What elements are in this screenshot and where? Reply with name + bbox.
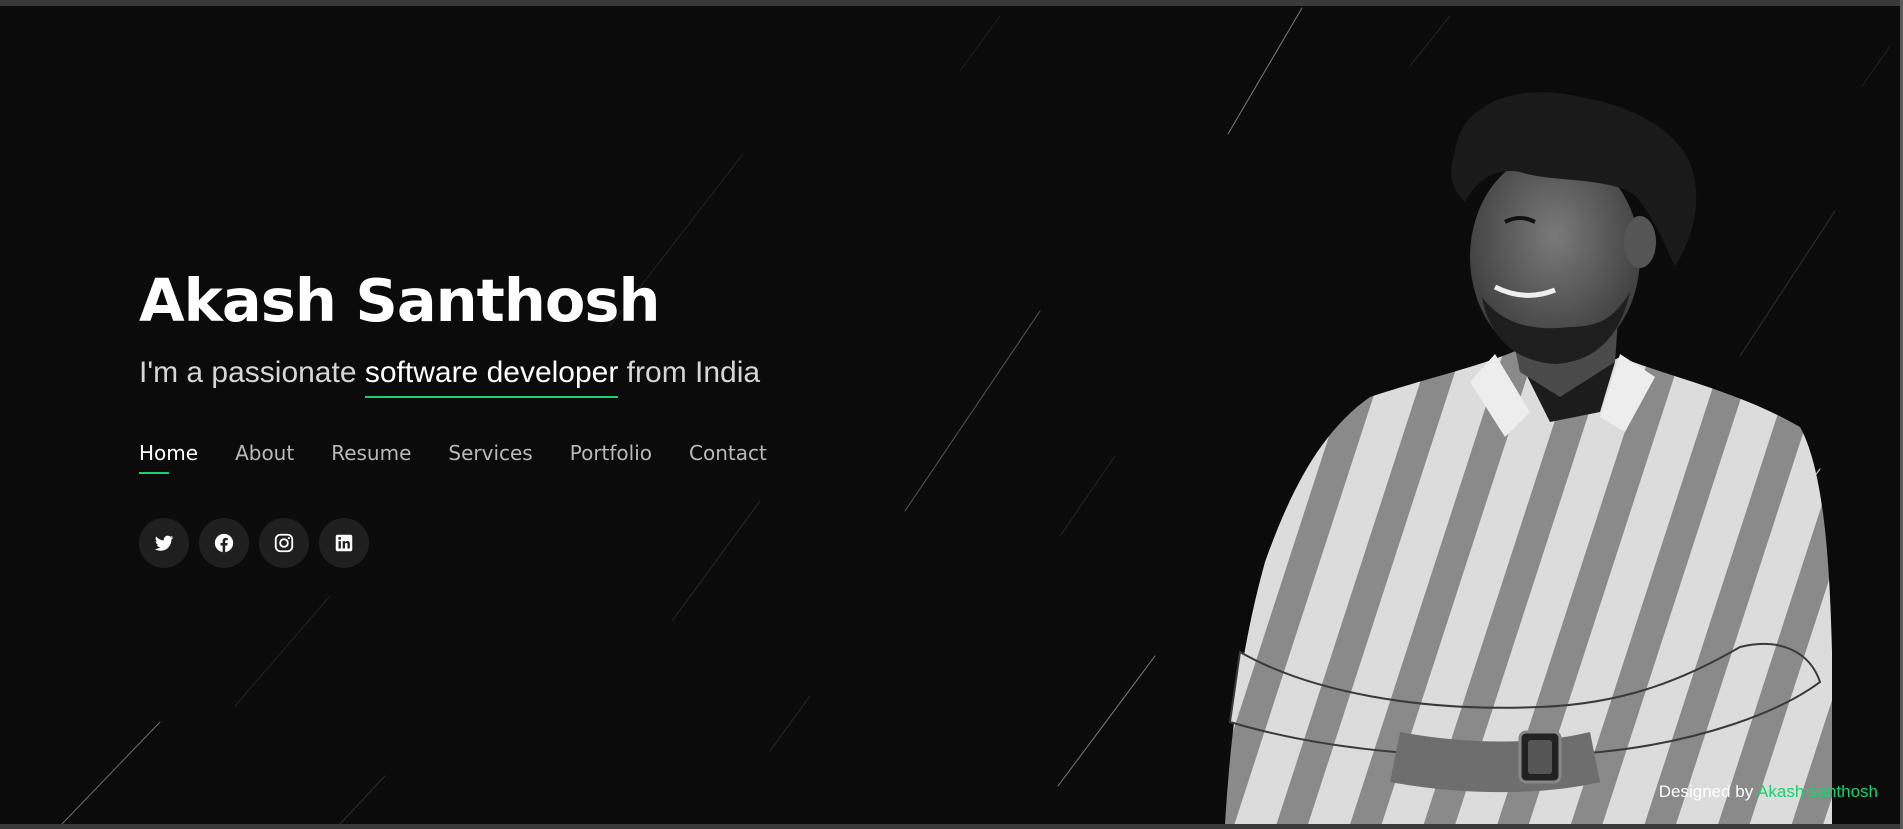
twitter-button[interactable]	[139, 518, 189, 568]
facebook-icon	[214, 533, 234, 553]
linkedin-button[interactable]	[319, 518, 369, 568]
footer-credits: Designed by Akash santhosh	[1659, 782, 1878, 802]
credits-prefix: Designed by	[1658, 782, 1758, 801]
nav-item-resume[interactable]: Resume	[331, 441, 411, 474]
tagline-role: software developer	[364, 356, 619, 398]
nav-item-portfolio[interactable]: Portfolio	[570, 441, 652, 474]
hero-tagline: I'm a passionate software developer from…	[139, 356, 760, 398]
page-title: Akash Santhosh	[139, 266, 661, 335]
nav-item-home[interactable]: Home	[139, 441, 198, 474]
hero-section: Akash Santhosh I'm a passionate software…	[0, 6, 1900, 824]
nav-item-about[interactable]: About	[235, 441, 294, 474]
social-links	[139, 518, 379, 568]
instagram-button[interactable]	[259, 518, 309, 568]
tagline-prefix: I'm a passionate	[139, 356, 365, 389]
profile-photo	[1225, 92, 1832, 824]
author-link[interactable]: Akash santhosh	[1757, 782, 1878, 801]
linkedin-icon	[335, 534, 353, 552]
twitter-icon	[154, 535, 174, 551]
nav-item-contact[interactable]: Contact	[689, 441, 767, 474]
nav-item-services[interactable]: Services	[448, 441, 532, 474]
facebook-button[interactable]	[199, 518, 249, 568]
instagram-icon	[274, 533, 294, 553]
tagline-suffix: from India	[618, 356, 761, 389]
main-nav: Home About Resume Services Portfolio Con…	[139, 441, 804, 474]
